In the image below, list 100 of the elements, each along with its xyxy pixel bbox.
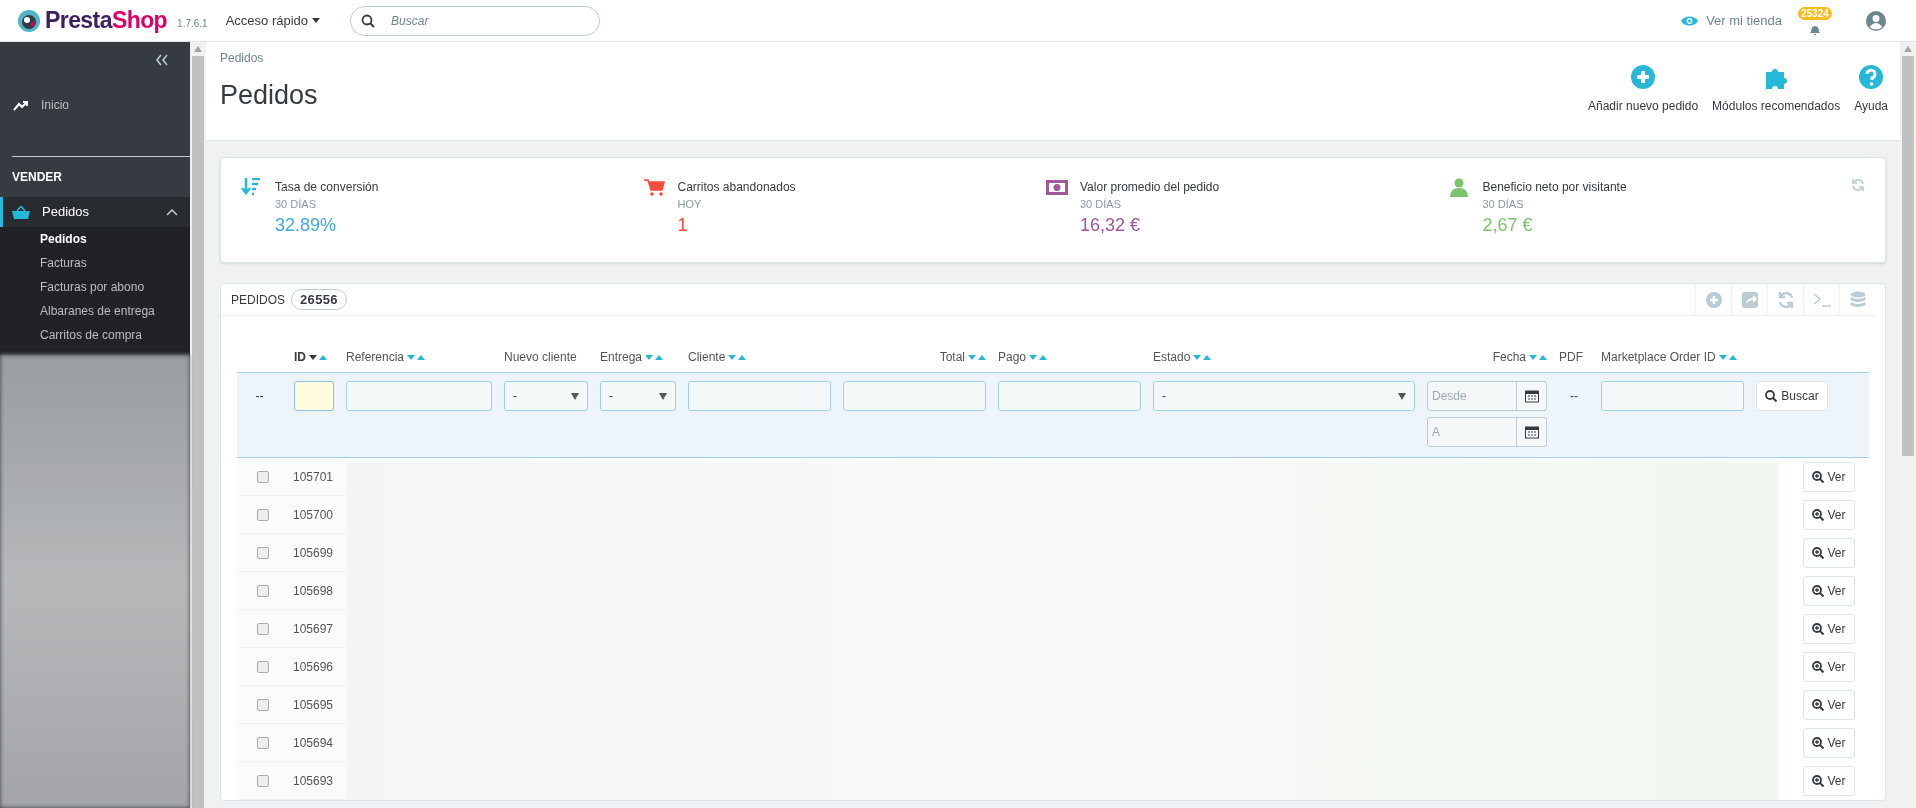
caret-icon	[1398, 392, 1406, 400]
row-checkbox[interactable]	[257, 508, 269, 521]
row-checkbox[interactable]	[257, 660, 269, 673]
row-checkbox[interactable]	[257, 622, 269, 635]
filter-field[interactable]	[1601, 381, 1744, 411]
submenu-item[interactable]: Albaranes de entrega	[0, 299, 190, 323]
person-icon	[1448, 178, 1471, 198]
row-checkbox[interactable]	[257, 774, 269, 787]
plus-circle-icon	[1631, 65, 1656, 89]
submenu-item[interactable]: Carritos de compra	[0, 323, 190, 347]
filter-dropdown[interactable]: -	[1153, 381, 1415, 411]
row-checkbox[interactable]	[257, 584, 269, 597]
collapse-icon[interactable]	[155, 54, 168, 66]
version-label: 1.7.6.1	[177, 17, 208, 31]
zoom-in-icon	[1812, 661, 1825, 673]
add-icon[interactable]	[1704, 290, 1723, 309]
order-id: 105694	[293, 734, 334, 752]
kpi-period: HOY	[677, 197, 703, 212]
database-icon[interactable]	[1848, 290, 1867, 309]
date-field[interactable]: Desde	[1427, 381, 1547, 411]
row-checkbox[interactable]	[257, 736, 269, 749]
filter-field[interactable]	[688, 381, 831, 411]
column-header[interactable]: Estado	[1153, 348, 1191, 366]
filter-field[interactable]	[346, 381, 492, 411]
zoom-in-icon	[1812, 585, 1825, 597]
kpi-label: Beneficio neto por visitante	[1482, 179, 1627, 196]
brand-logo[interactable]: PrestaShop	[45, 9, 168, 32]
terminal-icon[interactable]	[1812, 290, 1831, 309]
zoom-in-icon	[1812, 509, 1825, 521]
search-button[interactable]: Buscar	[1756, 381, 1828, 411]
trend-icon	[13, 98, 29, 112]
breadcrumb-link[interactable]: Pedidos	[220, 49, 264, 67]
date-input[interactable]: Desde	[1428, 382, 1516, 410]
sidebar-item[interactable]: Pedidos	[0, 197, 190, 227]
user-avatar-icon[interactable]	[1866, 10, 1886, 31]
scroll-up-icon[interactable]	[1904, 46, 1912, 52]
view-button[interactable]: Ver	[1803, 690, 1855, 720]
toolbar-button[interactable]: Módulos recomendados	[1710, 65, 1843, 115]
date-field[interactable]: A	[1427, 417, 1547, 447]
filter-field[interactable]	[294, 381, 334, 411]
order-id: 105697	[293, 620, 334, 638]
banknote-icon	[1046, 178, 1068, 198]
row-checkbox[interactable]	[257, 546, 269, 559]
filter-dropdown[interactable]: -	[504, 381, 588, 411]
submenu-item[interactable]: Pedidos	[0, 227, 190, 251]
search-icon	[361, 13, 376, 28]
column-header[interactable]: Referencia	[346, 348, 405, 366]
order-id: 105701	[293, 468, 334, 486]
view-button[interactable]: Ver	[1803, 538, 1855, 568]
order-id: 105700	[293, 506, 334, 524]
toolbar-button[interactable]: Añadir nuevo pedido	[1586, 65, 1701, 115]
cart-icon	[643, 178, 666, 198]
view-button[interactable]: Ver	[1803, 728, 1855, 758]
calendar-icon[interactable]	[1524, 389, 1539, 403]
filter-dropdown[interactable]: -	[600, 381, 676, 411]
view-button[interactable]: Ver	[1803, 652, 1855, 682]
zoom-in-icon	[1812, 699, 1825, 711]
bell-icon	[1809, 23, 1821, 36]
column-header: Nuevo cliente	[504, 349, 577, 366]
kpi-label: Tasa de conversión	[275, 179, 379, 196]
order-id: 105693	[293, 772, 334, 790]
submenu-item[interactable]: Facturas	[0, 251, 190, 275]
toolbar-button[interactable]: Ayuda	[1852, 65, 1890, 115]
submenu-item[interactable]: Facturas por abono	[0, 275, 190, 299]
column-header[interactable]: Cliente	[688, 348, 726, 366]
view-store-link[interactable]: Ver mi tienda	[1681, 10, 1782, 31]
caret-icon	[659, 392, 667, 400]
column-header[interactable]: ID	[294, 348, 306, 366]
view-button[interactable]: Ver	[1803, 500, 1855, 530]
column-header[interactable]: Total	[939, 348, 965, 366]
column-header[interactable]: Fecha	[1492, 348, 1526, 366]
refresh-icon[interactable]	[1776, 290, 1795, 309]
quick-access-menu[interactable]: Acceso rápido	[225, 10, 321, 31]
view-button[interactable]: Ver	[1803, 614, 1855, 644]
column-header[interactable]: Entrega	[600, 348, 643, 366]
filter-field[interactable]	[843, 381, 986, 411]
logo-icon[interactable]	[18, 9, 40, 32]
refresh-icon[interactable]	[1851, 178, 1865, 192]
calendar-icon[interactable]	[1524, 425, 1539, 439]
sidebar-item[interactable]: Inicio	[0, 90, 190, 120]
filter-field[interactable]	[998, 381, 1141, 411]
view-button[interactable]: Ver	[1803, 766, 1855, 796]
search-input[interactable]: Buscar	[391, 11, 590, 30]
view-button[interactable]: Ver	[1803, 576, 1855, 606]
column-header[interactable]: Pago	[998, 348, 1027, 366]
caret-icon	[312, 18, 321, 23]
date-input[interactable]: A	[1428, 418, 1516, 446]
page-title: Pedidos	[220, 79, 318, 112]
kpi-value: 32.89%	[275, 213, 338, 237]
zoom-in-icon	[1812, 471, 1825, 483]
export-icon[interactable]	[1740, 290, 1759, 309]
kpi-period: 30 DÍAS	[275, 197, 317, 212]
row-checkbox[interactable]	[257, 470, 269, 483]
sort-arrows-icon[interactable]	[309, 354, 327, 360]
view-button[interactable]: Ver	[1803, 462, 1855, 492]
zoom-in-icon	[1812, 623, 1825, 635]
empty-filter: --	[255, 388, 264, 405]
row-checkbox[interactable]	[257, 698, 269, 711]
scroll-up-icon[interactable]	[194, 46, 202, 52]
column-header[interactable]: Marketplace Order ID	[1601, 348, 1716, 366]
